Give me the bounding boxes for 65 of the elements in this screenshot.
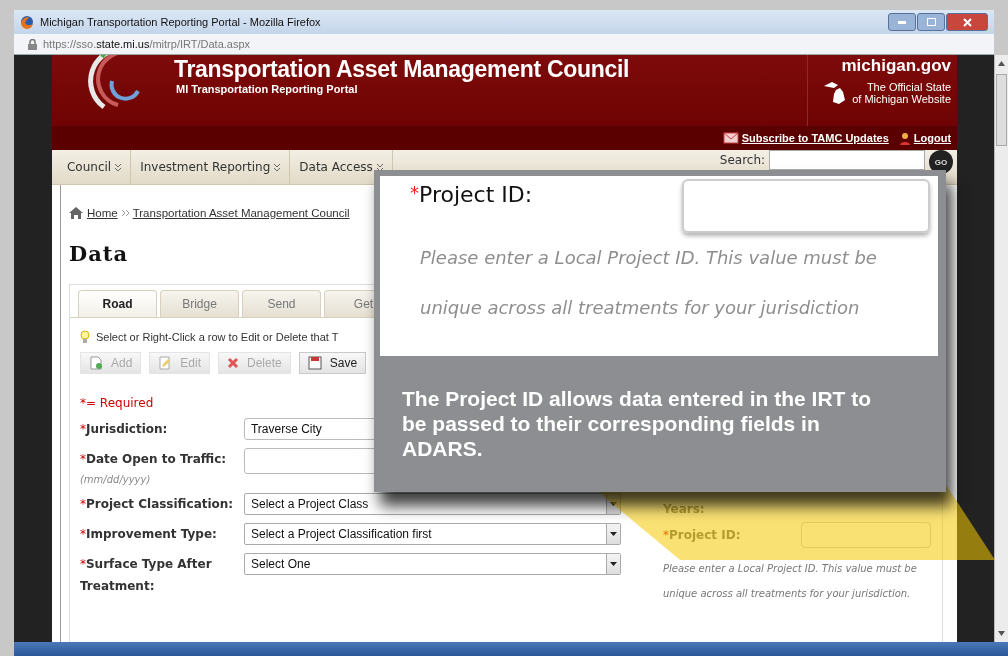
header-link[interactable]: Logout bbox=[898, 131, 952, 145]
minimize-icon bbox=[898, 20, 906, 24]
tab[interactable]: Send bbox=[241, 290, 321, 317]
delete-x-icon bbox=[227, 357, 239, 369]
lightbulb-icon bbox=[79, 330, 90, 344]
field-label: *Project Classification: bbox=[79, 496, 235, 513]
scroll-down-icon[interactable] bbox=[998, 631, 1005, 636]
dropdown[interactable]: Select One bbox=[243, 553, 621, 575]
required-note: *= Required bbox=[79, 396, 154, 410]
tab[interactable]: Bridge bbox=[159, 290, 239, 317]
input-field[interactable] bbox=[800, 522, 931, 548]
field-label: *Improvement Type: bbox=[79, 526, 218, 543]
caret-icon bbox=[605, 554, 620, 574]
window-title: Michigan Transportation Reporting Portal - Mozilla Firefox bbox=[40, 16, 322, 28]
date-format-hint: (mm/dd/yyyy) bbox=[79, 474, 152, 485]
maximize-icon bbox=[926, 18, 936, 26]
url-text: https://sso.state.mi.us/mitrp/IRT/Data.aspx bbox=[43, 38, 251, 50]
callout-help-text: Please enter a Local Project ID. This value must be bbox=[420, 246, 878, 270]
page-title: Data bbox=[68, 241, 129, 266]
user-icon bbox=[898, 131, 911, 145]
browser-logo-icon bbox=[20, 15, 34, 29]
pencil-icon bbox=[158, 356, 173, 370]
scroll-thumb[interactable] bbox=[996, 74, 1007, 146]
close-button[interactable] bbox=[946, 13, 988, 31]
field-label: *Surface Type After Treatment: bbox=[79, 556, 213, 595]
search-field[interactable] bbox=[769, 150, 926, 170]
years-label: Years: bbox=[662, 502, 706, 516]
minimize-button[interactable] bbox=[888, 13, 916, 31]
dropdown[interactable]: Select a Project Class bbox=[243, 493, 621, 515]
field-label: *Date Open to Traffic: bbox=[79, 451, 228, 468]
chevron-icon bbox=[274, 163, 281, 171]
tab[interactable]: Road bbox=[77, 290, 157, 317]
toolbar-button[interactable]: Save bbox=[298, 352, 367, 374]
separator-icon bbox=[121, 210, 129, 216]
chevron-icon bbox=[115, 163, 122, 171]
search-label: Search: bbox=[719, 153, 766, 167]
home-icon bbox=[68, 207, 83, 219]
maximize-button[interactable] bbox=[917, 13, 945, 31]
breadcrumb-link[interactable]: Transportation Asset Management Council bbox=[132, 207, 350, 219]
field-label: *Jurisdiction: bbox=[79, 421, 169, 438]
envelope-icon bbox=[722, 132, 739, 144]
dropdown[interactable]: Select a Project Classification first bbox=[243, 523, 621, 545]
scroll-up-icon[interactable] bbox=[998, 61, 1005, 66]
input-field[interactable] bbox=[682, 179, 930, 233]
caret-icon bbox=[605, 494, 620, 514]
michigan-site-name: michigan.gov bbox=[841, 56, 952, 76]
callout-note: The Project ID allows data entered in the IRT to be passed to their corresponding fields in ADARS. bbox=[402, 386, 873, 461]
header-link[interactable]: Subscribe to TAMC Updates bbox=[722, 132, 889, 144]
callout-label: *Project ID: bbox=[410, 181, 533, 207]
field-label: *Project ID: bbox=[662, 528, 741, 542]
close-icon bbox=[962, 17, 972, 27]
add-document-icon bbox=[88, 356, 103, 370]
caret-icon bbox=[605, 524, 620, 544]
help-text: unique across all treatments for your jurisdiction. bbox=[662, 588, 911, 599]
site-subtitle: MI Transportation Reporting Portal bbox=[175, 83, 359, 95]
callout-help-text: unique across all treatments for your jurisdiction bbox=[420, 296, 861, 320]
site-title: Transportation Asset Management Council bbox=[173, 55, 631, 84]
nav-item[interactable]: Council bbox=[57, 150, 132, 184]
hint-text: Select or Right-Click a row to Edit or Delete that T bbox=[95, 331, 339, 343]
address-bar[interactable]: https://sso.state.mi.us/mitrp/IRT/Data.aspx bbox=[14, 34, 994, 55]
nav-item[interactable]: Investment Reporting bbox=[131, 150, 291, 184]
help-text: Please enter a Local Project ID. This value must be bbox=[662, 563, 917, 574]
breadcrumb-link[interactable]: Home bbox=[86, 207, 118, 219]
lock-icon bbox=[28, 38, 37, 50]
official-site-text: The Official State of Michigan Website bbox=[852, 81, 952, 105]
